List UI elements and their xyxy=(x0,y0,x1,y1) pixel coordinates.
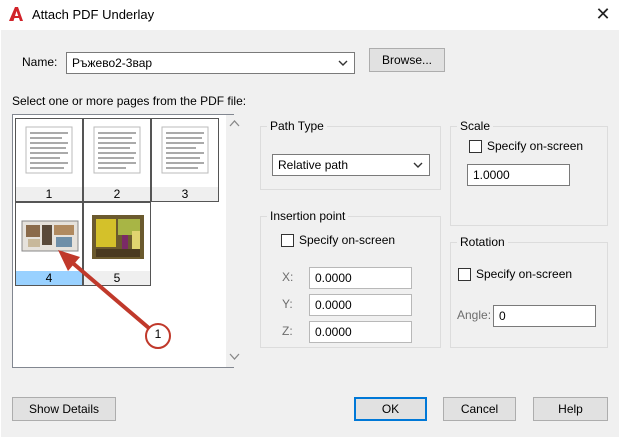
insertion-point-title: Insertion point xyxy=(267,209,349,223)
document-thumbnail-icon xyxy=(93,126,141,174)
title-bar: Attach PDF Underlay ✕ xyxy=(0,0,620,30)
scale-input[interactable]: 1.0000 xyxy=(467,164,570,186)
scroll-up-icon[interactable] xyxy=(229,119,240,127)
path-type-combobox[interactable]: Relative path xyxy=(272,154,430,176)
name-value: Ръжево2-3вар xyxy=(72,56,153,70)
ok-button[interactable]: OK xyxy=(354,397,427,421)
scale-specify-checkbox[interactable] xyxy=(469,140,482,153)
insertion-specify-label: Specify on-screen xyxy=(299,233,396,247)
page-thumbnail-3[interactable]: 3 xyxy=(151,118,219,202)
chevron-down-icon xyxy=(413,162,423,168)
x-input[interactable]: 0.0000 xyxy=(309,267,412,289)
y-label: Y: xyxy=(282,297,293,311)
help-button[interactable]: Help xyxy=(533,397,608,421)
show-details-button[interactable]: Show Details xyxy=(12,397,116,421)
pages-prompt: Select one or more pages from the PDF fi… xyxy=(12,94,247,108)
name-label: Name: xyxy=(22,55,58,69)
rotation-title: Rotation xyxy=(457,235,508,249)
cancel-button[interactable]: Cancel xyxy=(443,397,516,421)
annotation-marker: 1 xyxy=(154,327,162,341)
y-input[interactable]: 0.0000 xyxy=(309,294,412,316)
rotation-specify-label: Specify on-screen xyxy=(476,267,573,281)
x-label: X: xyxy=(282,270,294,284)
z-label: Z: xyxy=(282,324,293,338)
page-number: 1 xyxy=(16,187,82,201)
path-type-value: Relative path xyxy=(278,158,349,172)
pages-scrollbar[interactable] xyxy=(226,115,243,367)
page-thumbnail-1[interactable]: 1 xyxy=(15,118,83,202)
angle-input[interactable]: 0 xyxy=(493,305,596,327)
name-combobox[interactable]: Ръжево2-3вар xyxy=(66,52,355,74)
angle-label: Angle: xyxy=(457,308,492,322)
autocad-logo-icon xyxy=(9,7,23,21)
browse-button[interactable]: Browse... xyxy=(369,48,445,72)
chevron-down-icon xyxy=(338,60,348,66)
page-thumbnail-2[interactable]: 2 xyxy=(83,118,151,202)
close-icon[interactable]: ✕ xyxy=(592,3,614,25)
scroll-down-icon[interactable] xyxy=(229,353,240,361)
page-number: 3 xyxy=(152,187,218,201)
scale-specify-label: Specify on-screen xyxy=(487,139,584,153)
document-thumbnail-icon xyxy=(25,126,73,174)
insertion-specify-checkbox[interactable] xyxy=(281,234,294,247)
window-title: Attach PDF Underlay xyxy=(32,7,155,22)
document-thumbnail-icon xyxy=(161,126,209,174)
rotation-specify-checkbox[interactable] xyxy=(458,268,471,281)
page-number: 2 xyxy=(84,187,150,201)
rotation-group: Rotation xyxy=(450,235,608,348)
scale-title: Scale xyxy=(457,119,494,133)
z-input[interactable]: 0.0000 xyxy=(309,321,412,343)
path-type-title: Path Type xyxy=(267,119,327,133)
